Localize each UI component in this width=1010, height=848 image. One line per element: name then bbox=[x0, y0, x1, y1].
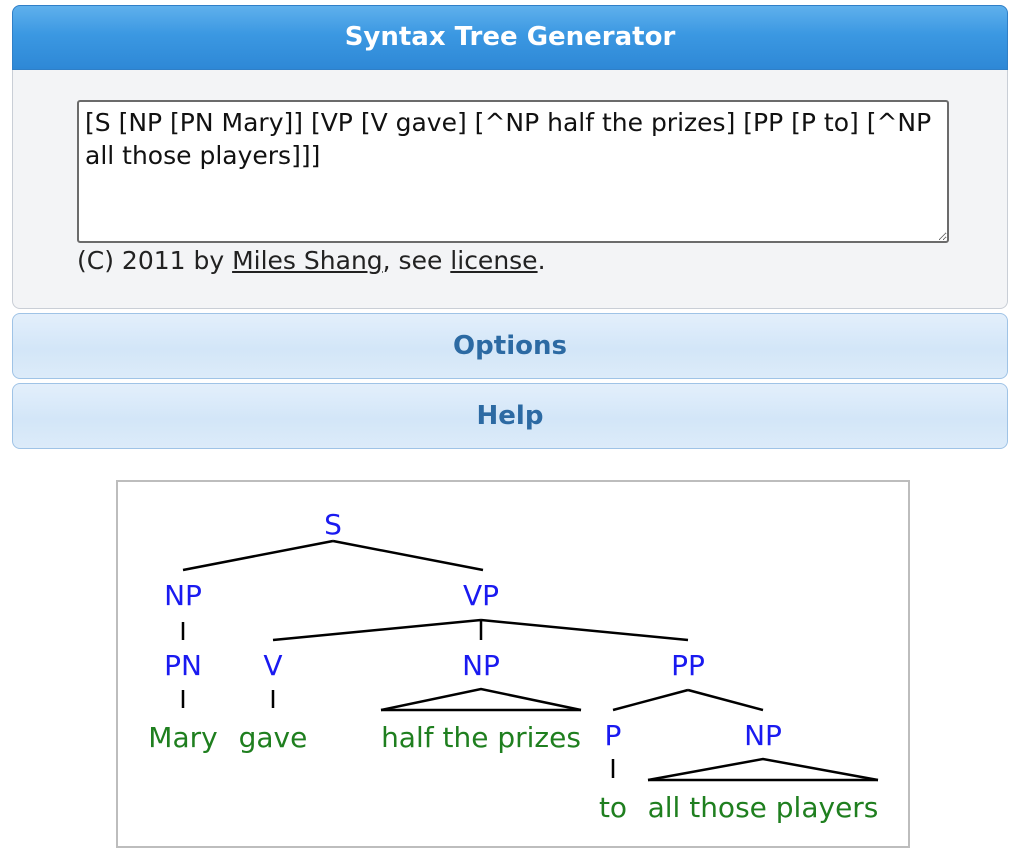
copyright-notice: (C) 2011 by Miles Shang, see license. bbox=[77, 246, 546, 275]
copyright-middle: , see bbox=[382, 246, 451, 275]
bracket-notation-input[interactable]: [S [NP [PN Mary]] [VP [V gave] [^NP half… bbox=[77, 100, 949, 243]
app-header: Syntax Tree Generator bbox=[12, 5, 1008, 70]
edge-vp-v bbox=[272, 618, 482, 642]
app-title: Syntax Tree Generator bbox=[344, 22, 676, 52]
node-np-subject: NP bbox=[164, 579, 202, 612]
node-np-pp: NP bbox=[744, 719, 782, 752]
author-link[interactable]: Miles Shang bbox=[232, 246, 383, 275]
edge-pp-np bbox=[687, 688, 764, 712]
copyright-prefix: (C) 2011 by bbox=[77, 246, 233, 275]
node-v: V bbox=[263, 649, 282, 682]
node-pn: PN bbox=[164, 649, 202, 682]
word-mary: Mary bbox=[148, 721, 217, 754]
editor-panel: [S [NP [PN Mary]] [VP [V gave] [^NP half… bbox=[12, 70, 1008, 309]
triangle-np-pp bbox=[647, 757, 879, 782]
license-link[interactable]: license bbox=[450, 246, 537, 275]
options-section-toggle[interactable]: Options bbox=[12, 313, 1008, 379]
syntax-tree-image: S NP VP PN V NP PP P NP Mary gave half t… bbox=[116, 480, 910, 848]
node-p: P bbox=[605, 719, 622, 752]
options-label: Options bbox=[453, 331, 567, 361]
help-section-toggle[interactable]: Help bbox=[12, 383, 1008, 449]
word-gave: gave bbox=[239, 721, 308, 754]
node-pp: PP bbox=[671, 649, 705, 682]
node-s: S bbox=[324, 508, 342, 541]
edge-s-np bbox=[182, 539, 334, 572]
edge-pp-p bbox=[612, 688, 689, 712]
word-half-the-prizes: half the prizes bbox=[381, 721, 581, 754]
word-to: to bbox=[599, 791, 627, 824]
edge-vp-pp bbox=[480, 618, 689, 642]
node-np-object: NP bbox=[462, 649, 500, 682]
word-all-those-players: all those players bbox=[648, 791, 879, 824]
node-vp: VP bbox=[463, 579, 499, 612]
edge-s-vp bbox=[332, 539, 484, 572]
triangle-np-object bbox=[380, 687, 582, 712]
syntax-tree-diagram: S NP VP PN V NP PP P NP Mary gave half t… bbox=[148, 508, 879, 824]
copyright-suffix: . bbox=[537, 246, 546, 275]
help-label: Help bbox=[476, 401, 544, 431]
